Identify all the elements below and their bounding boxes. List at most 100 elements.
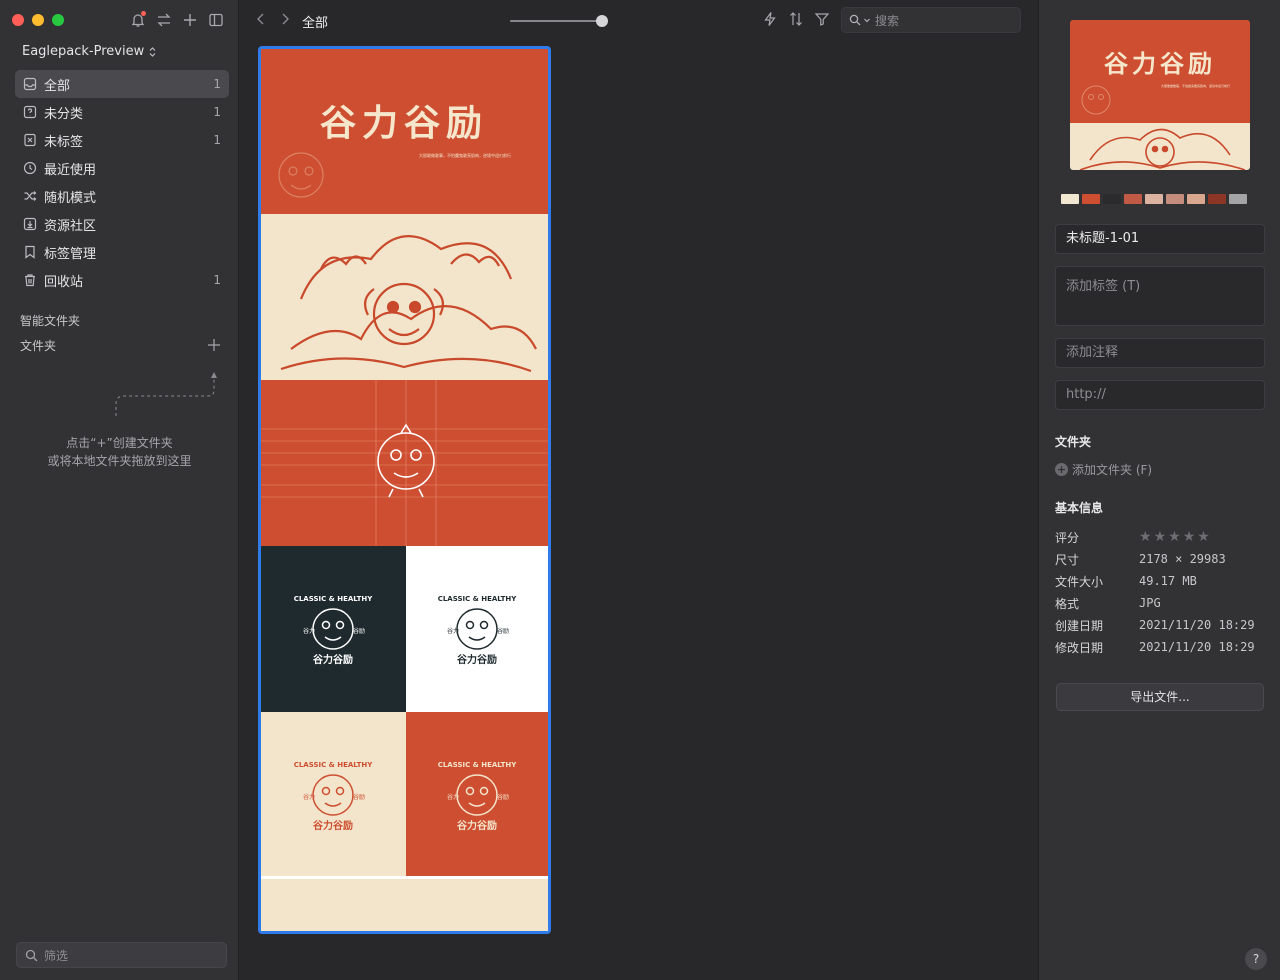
sidebar-item-label: 标签管理 (44, 246, 97, 262)
palette-swatch[interactable] (1208, 194, 1226, 204)
badge-footer: 谷力谷励 (313, 819, 353, 832)
plus-icon[interactable] (180, 10, 200, 30)
info-row-format: 格式 JPG (1055, 592, 1265, 614)
bell-icon[interactable] (128, 10, 148, 30)
close-window-button[interactable] (12, 14, 24, 26)
sidebar-item-random[interactable]: 随机模式 (15, 182, 229, 210)
star-rating[interactable]: ★ ★ ★ ★ ★ (1139, 529, 1210, 545)
preview-tagline: 大胆敢做敢事，不怕魔鬼敢亮肌肉，逆境中迎刃前行 (1161, 83, 1230, 88)
chevron-updown-icon (149, 46, 156, 57)
palette-swatch[interactable] (1229, 194, 1247, 204)
sidebar-item-community[interactable]: 资源社区 (15, 210, 229, 238)
help-button[interactable]: ? (1245, 948, 1267, 970)
badge-footer: 谷力谷励 (457, 819, 497, 832)
sidebar-item-recent[interactable]: 最近使用 (15, 154, 229, 182)
preview-headline: 谷力谷励 (1104, 49, 1216, 78)
selected-image-thumbnail[interactable]: 谷力谷励 大胆敢做敢事，不怕魔鬼敢亮肌肉，逆境中迎刃前行 CLASSIC & H… (258, 46, 551, 934)
zoom-slider-thumb[interactable] (596, 15, 609, 27)
export-file-button[interactable]: 导出文件... (1056, 683, 1264, 711)
zoom-slider-fill (510, 20, 603, 22)
window-controls (12, 14, 64, 26)
sidebar-nav: 全部 1 未分类 1 未标签 1 最近使用 随机模式 资源社区 标签管理 回收站… (15, 70, 229, 294)
star-icon[interactable]: ★ (1183, 529, 1196, 545)
badge-side-left: 谷力 (303, 793, 315, 801)
sidebar-toolbar (128, 10, 226, 30)
badge-text: CLASSIC & HEALTHY (294, 595, 373, 603)
basic-info-heading: 基本信息 (1055, 501, 1104, 515)
palette-swatch[interactable] (1187, 194, 1205, 204)
note-field[interactable]: 添加注释 (1055, 338, 1265, 368)
sort-icon[interactable] (788, 11, 804, 27)
add-folder-link[interactable]: + 添加文件夹 (F) (1055, 461, 1152, 478)
hint-line-1: 点击“+”创建文件夹 (66, 436, 173, 450)
sidebar-item-trash[interactable]: 回收站 1 (15, 266, 229, 294)
trash-icon (23, 273, 37, 287)
inbox-icon (23, 77, 37, 91)
artwork-headline: 谷力谷励 (320, 102, 488, 144)
lightning-icon[interactable] (762, 11, 778, 27)
badge-side-left: 谷力 (303, 627, 315, 635)
star-icon[interactable]: ★ (1139, 529, 1152, 545)
created-value: 2021/11/20 18:29 (1139, 618, 1255, 632)
badge-side-right: 谷励 (497, 627, 509, 635)
hint-line-2: 或将本地文件夹拖放到这里 (47, 454, 192, 468)
sidebar-item-count: 1 (213, 105, 221, 119)
badge-side-left: 谷力 (447, 793, 459, 801)
palette-swatch[interactable] (1082, 194, 1100, 204)
download-box-icon (23, 217, 37, 231)
zoom-slider[interactable] (510, 15, 609, 27)
badge-footer: 谷力谷励 (457, 653, 497, 666)
badge-text: CLASSIC & HEALTHY (438, 761, 517, 769)
star-icon[interactable]: ★ (1197, 529, 1210, 545)
sidebar-item-uncategorized[interactable]: 未分类 1 (15, 98, 229, 126)
star-icon[interactable]: ★ (1168, 529, 1181, 545)
format-value: JPG (1139, 596, 1161, 610)
info-row-rating: 评分 ★ ★ ★ ★ ★ (1055, 526, 1265, 548)
folders-heading[interactable]: 文件夹 (20, 337, 56, 354)
tags-field[interactable]: 添加标签 (T) (1055, 266, 1265, 326)
title-field[interactable]: 未标题-1-01 (1055, 224, 1265, 254)
palette-swatch[interactable] (1145, 194, 1163, 204)
info-row-filesize: 文件大小 49.17 MB (1055, 570, 1265, 592)
main-content: 全部 搜索 谷力谷励 大胆敢做敢事，不怕魔鬼敢亮肌肉，逆境中迎刃前行 CLASS… (240, 0, 1038, 980)
search-input[interactable]: 搜索 (841, 7, 1021, 33)
palette-swatch[interactable] (1166, 194, 1184, 204)
sync-arrows-icon[interactable] (154, 10, 174, 30)
badge-side-right: 谷励 (353, 627, 365, 635)
palette-swatch[interactable] (1124, 194, 1142, 204)
filter-input[interactable]: 筛选 (16, 942, 227, 968)
question-box-icon (23, 105, 37, 119)
filter-placeholder: 筛选 (44, 948, 69, 963)
smart-folders-heading[interactable]: 智能文件夹 (20, 312, 80, 329)
badge-footer: 谷力谷励 (313, 653, 353, 666)
color-palette (1061, 194, 1247, 204)
palette-swatch[interactable] (1103, 194, 1121, 204)
tag-x-icon (23, 133, 37, 147)
sidebar-item-tag-manager[interactable]: 标签管理 (15, 238, 229, 266)
preview-artwork: 谷力谷励 大胆敢做敢事，不怕魔鬼敢亮肌肉，逆境中迎刃前行 (1070, 20, 1250, 170)
add-folder-label: 添加文件夹 (F) (1072, 463, 1153, 477)
add-folder-plus-icon[interactable] (206, 337, 222, 353)
chevron-right-icon[interactable] (278, 12, 292, 26)
chevron-left-icon[interactable] (254, 12, 268, 26)
chevron-down-icon[interactable] (863, 16, 871, 24)
star-icon[interactable]: ★ (1154, 529, 1167, 545)
filter-funnel-icon[interactable] (814, 11, 830, 27)
url-field[interactable]: http:// (1055, 380, 1265, 410)
sidebar-toggle-icon[interactable] (206, 10, 226, 30)
breadcrumb: 全部 (302, 16, 329, 31)
rating-label: 评分 (1055, 530, 1080, 545)
preview-image[interactable]: 谷力谷励 大胆敢做敢事，不怕魔鬼敢亮肌肉，逆境中迎刃前行 (1070, 20, 1250, 170)
minimize-window-button[interactable] (32, 14, 44, 26)
sidebar-item-label: 随机模式 (44, 190, 97, 206)
bookmark-icon (23, 245, 37, 259)
basic-info-table: 评分 ★ ★ ★ ★ ★ 尺寸 2178 × 29983 文件大小 49.17 MB 格… (1055, 526, 1265, 658)
shuffle-icon (23, 189, 37, 203)
library-switcher[interactable]: Eaglepack-Preview (22, 44, 157, 59)
palette-swatch[interactable] (1061, 194, 1079, 204)
sidebar-item-all[interactable]: 全部 1 (15, 70, 229, 98)
sidebar-item-untagged[interactable]: 未标签 1 (15, 126, 229, 154)
badge-side-right: 谷励 (353, 793, 365, 801)
dimensions-value: 2178 × 29983 (1139, 552, 1226, 566)
zoom-window-button[interactable] (52, 14, 64, 26)
